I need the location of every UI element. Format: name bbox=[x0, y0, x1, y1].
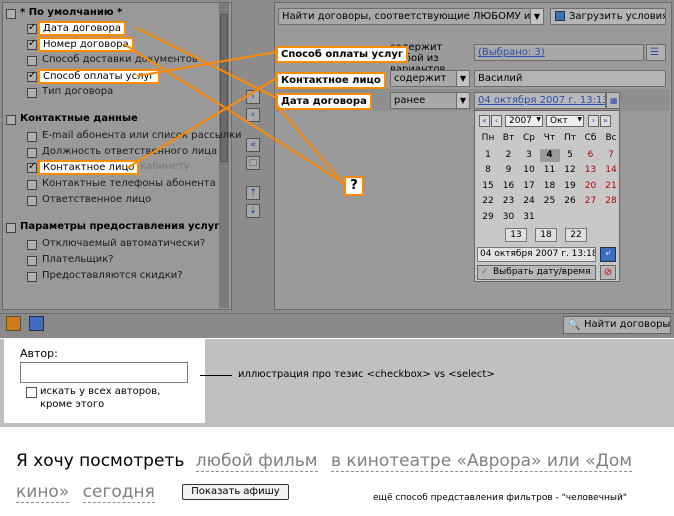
find-contracts-button[interactable]: 🔍 Найти договоры bbox=[563, 316, 671, 334]
author-filter-box: Автор: искать у всех авторов, кроме этог… bbox=[4, 339, 205, 423]
search-icon: 🔍 bbox=[568, 320, 581, 331]
all-authors-checkbox[interactable] bbox=[26, 387, 37, 398]
gray-strip bbox=[0, 423, 674, 427]
save-icon[interactable] bbox=[29, 316, 44, 331]
pointer-line bbox=[200, 375, 232, 376]
show-schedule-button[interactable]: Показать афишу bbox=[182, 484, 289, 500]
date-selector[interactable]: сегодня bbox=[82, 482, 155, 503]
author-label: Автор: bbox=[20, 347, 58, 360]
add-filter-icon[interactable] bbox=[6, 316, 21, 331]
human-caption: ещё способ представления фильтров - "чел… bbox=[373, 493, 628, 503]
illustration-note: иллюстрация про тезис <checkbox> vs <sel… bbox=[238, 369, 495, 380]
all-authors-label: искать у всех авторов, кроме этого bbox=[40, 386, 161, 410]
sentence-prefix: Я хочу посмотреть bbox=[16, 451, 185, 471]
film-selector[interactable]: любой фильм bbox=[195, 451, 318, 472]
gray-panel bbox=[205, 339, 674, 423]
author-input[interactable] bbox=[20, 362, 188, 383]
filter-dialog-screenshot: * По умолчанию * Дата договора Номер дог… bbox=[0, 0, 674, 338]
connector-lines bbox=[123, 27, 347, 187]
find-contracts-label: Найти договоры bbox=[584, 319, 671, 330]
